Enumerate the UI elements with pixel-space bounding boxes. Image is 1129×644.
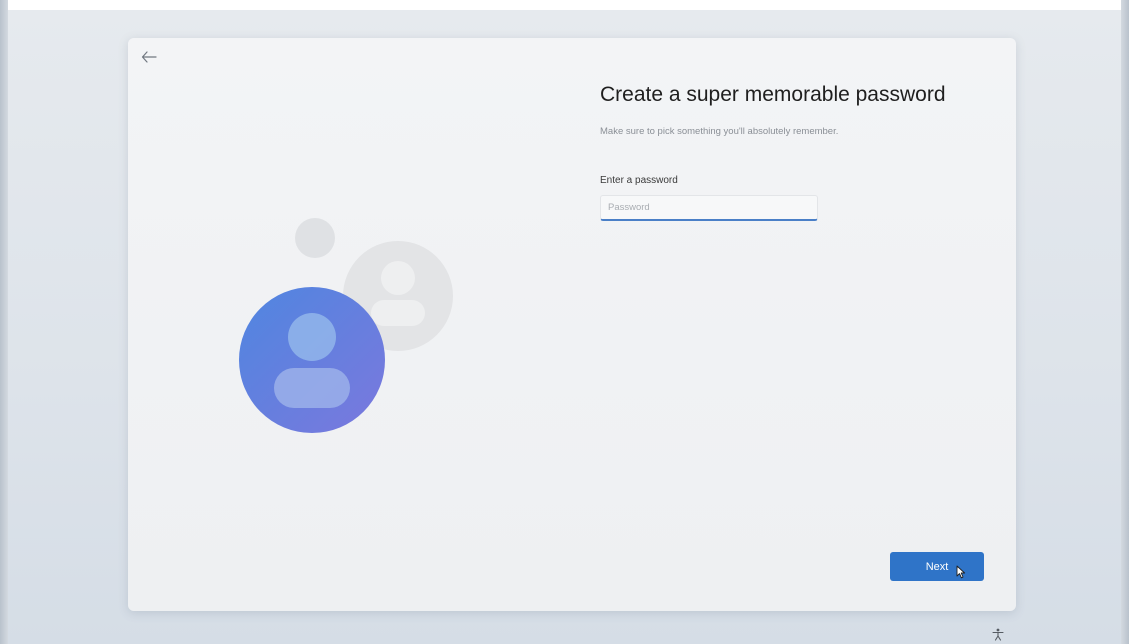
page-title: Create a super memorable password [600,83,946,106]
avatar-body [274,368,350,408]
decor-small-circle [295,218,335,258]
password-input[interactable] [600,195,818,221]
page-subtitle: Make sure to pick something you'll absol… [600,126,839,137]
setup-dialog: Create a super memorable password Make s… [128,38,1016,611]
screen-bezel-right [1121,0,1129,644]
screen-bezel-left [0,0,8,644]
arrow-left-icon [141,51,157,63]
back-button[interactable] [136,44,162,70]
avatar-head [288,313,336,361]
screen-bezel-top [0,0,1129,10]
user-avatar-illustration [239,218,453,433]
next-button[interactable]: Next [890,552,984,581]
password-label: Enter a password [600,175,678,186]
accessibility-button[interactable] [990,626,1006,642]
accessibility-icon [992,628,1004,641]
